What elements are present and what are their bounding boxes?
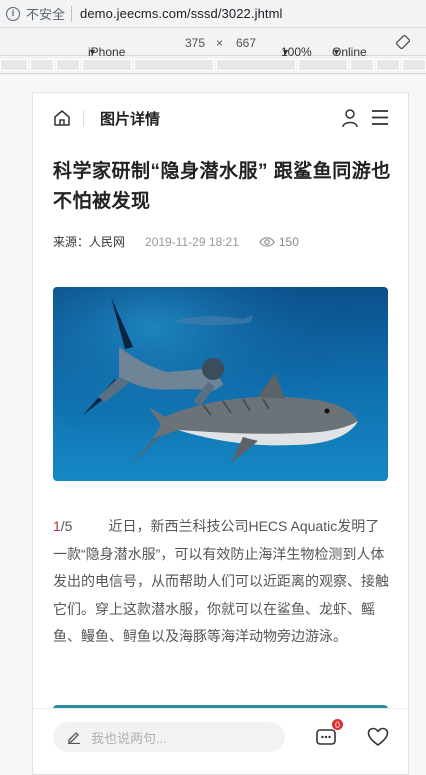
comment-count-badge: 0 — [331, 718, 344, 731]
user-icon[interactable] — [341, 108, 359, 128]
page-header: 图片详情 — [33, 93, 408, 143]
home-icon[interactable] — [53, 109, 71, 127]
times-sign: × — [216, 36, 224, 50]
diver-shark-image — [53, 287, 388, 481]
security-status[interactable]: 不安全 — [26, 4, 65, 23]
comment-input[interactable]: 我也说两句... — [53, 722, 285, 752]
article-title: 科学家研制“隐身潜水服” 跟鲨鱼同游也不怕被发现 — [53, 161, 391, 212]
mobile-page: 图片详情 科学家研制“隐身潜水服” 跟鲨鱼同游也不怕被发现 来源：人民网 201… — [32, 92, 409, 775]
page-current: 1 — [53, 518, 61, 534]
bottom-bar: 我也说两句... 0 — [33, 708, 408, 774]
header-divider — [83, 110, 84, 126]
rotate-icon[interactable] — [396, 35, 410, 49]
comment-placeholder: 我也说两句... — [91, 730, 167, 746]
device-viewport: 图片详情 科学家研制“隐身潜水服” 跟鲨鱼同游也不怕被发现 来源：人民网 201… — [0, 75, 426, 775]
page-title: 图片详情 — [100, 111, 161, 128]
article-time: 2019-11-29 18:21 — [145, 234, 239, 249]
article-meta: 来源：人民网 2019-11-29 18:21 150 — [53, 233, 299, 250]
height-field[interactable]: 667 — [236, 37, 256, 49]
eye-icon — [259, 236, 275, 247]
article-source: 来源：人民网 — [53, 235, 126, 249]
page-total: /5 — [60, 518, 73, 534]
info-icon[interactable]: i — [6, 6, 20, 21]
heart-icon[interactable] — [367, 726, 389, 748]
device-toolbar: iPhone 6/... ▼ 375 × 667 100% ▼ Online ▼ — [0, 28, 426, 70]
article-body: 1/5 近日，新西兰科技公司HECS Aquatic发明了一款“隐身潜水服”，可以… — [53, 513, 393, 651]
article-paragraph: 近日，新西兰科技公司HECS Aquatic发明了一款“隐身潜水服”，可以有效防… — [53, 518, 389, 644]
url-text[interactable]: demo.jeecms.com/sssd/3022.jhtml — [80, 6, 283, 21]
separator — [71, 5, 73, 22]
pen-icon — [68, 732, 80, 744]
address-bar[interactable]: i 不安全 demo.jeecms.com/sssd/3022.jhtml — [0, 0, 426, 28]
width-field[interactable]: 375 — [185, 37, 205, 49]
article-photo[interactable] — [53, 287, 388, 481]
media-query-bar[interactable] — [0, 56, 426, 74]
menu-icon[interactable] — [371, 109, 389, 126]
view-count: 150 — [278, 234, 299, 249]
